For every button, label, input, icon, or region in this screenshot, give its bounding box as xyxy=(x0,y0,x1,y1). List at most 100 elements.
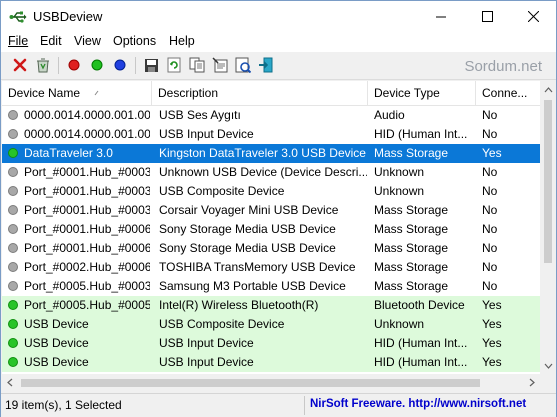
menu-edit[interactable]: Edit xyxy=(40,34,62,48)
device-type-cell: Mass Storage xyxy=(374,222,449,236)
blue-ball-icon xyxy=(114,59,126,71)
refresh-button[interactable] xyxy=(165,56,183,74)
connected-cell: No xyxy=(482,241,498,255)
table-row[interactable]: Port_#0001.Hub_#0003 Corsair Voyager Min… xyxy=(2,201,540,220)
copy-button[interactable] xyxy=(188,56,206,74)
horizontal-scrollbar[interactable] xyxy=(2,374,540,391)
menu-help[interactable]: Help xyxy=(169,34,195,48)
description-cell: Samsung M3 Portable USB Device xyxy=(159,279,346,293)
title-bar[interactable]: USBDeview xyxy=(1,1,556,32)
device-name-cell: Port_#0001.Hub_#0003 xyxy=(24,184,150,198)
minimize-button[interactable] xyxy=(418,1,464,32)
status-dot xyxy=(8,224,18,234)
horizontal-scroll-thumb[interactable] xyxy=(21,379,480,387)
column-header-device-type[interactable]: Device Type xyxy=(368,81,476,105)
report-icon xyxy=(235,57,251,73)
status-dot xyxy=(8,243,18,253)
table-row[interactable]: USB Device USB Composite Device Unknown … xyxy=(2,315,540,334)
list-header: Device Name Description Device Type Conn… xyxy=(2,81,540,106)
device-type-cell: Mass Storage xyxy=(374,203,449,217)
exit-button[interactable] xyxy=(257,56,275,74)
scroll-up-button[interactable] xyxy=(540,81,556,98)
disable-device-button[interactable] xyxy=(88,56,106,74)
table-row[interactable]: Port_#0005.Hub_#0005 Intel(R) Wireless B… xyxy=(2,296,540,315)
toolbar-separator xyxy=(58,57,59,74)
description-cell: Intel(R) Wireless Bluetooth(R) xyxy=(159,298,319,312)
device-name-cell: Port_#0002.Hub_#0006 xyxy=(24,260,150,274)
table-row[interactable]: USB Device USB Input Device HID (Human I… xyxy=(2,334,540,353)
vertical-scroll-thumb[interactable] xyxy=(544,100,552,263)
device-name-cell: Port_#0001.Hub_#0003 xyxy=(24,165,150,179)
column-header-device-name[interactable]: Device Name xyxy=(2,81,152,105)
table-row[interactable]: Port_#0002.Hub_#0006 TOSHIBA TransMemory… xyxy=(2,258,540,277)
device-type-cell: Mass Storage xyxy=(374,260,449,274)
properties-button[interactable] xyxy=(211,56,229,74)
connected-cell: No xyxy=(482,260,498,274)
status-dot xyxy=(8,110,18,120)
enable-device-button[interactable] xyxy=(65,56,83,74)
table-row[interactable]: USB Device USB Input Device HID (Human I… xyxy=(2,353,540,372)
watermark: Sordum.net xyxy=(464,58,542,75)
device-name-cell: 0000.0014.0000.001.00... xyxy=(24,108,150,122)
table-row[interactable]: Port_#0001.Hub_#0006 Sony Storage Media … xyxy=(2,239,540,258)
disconnect-button[interactable] xyxy=(11,56,29,74)
maximize-button[interactable] xyxy=(464,1,510,32)
chevron-down-icon xyxy=(544,363,552,369)
uninstall-button[interactable] xyxy=(34,56,52,74)
status-dot xyxy=(8,167,18,177)
table-row[interactable]: DataTraveler 3.0 Kingston DataTraveler 3… xyxy=(2,144,540,163)
html-report-button[interactable] xyxy=(234,56,252,74)
description-cell: Corsair Voyager Mini USB Device xyxy=(159,203,339,217)
window-title: USBDeview xyxy=(33,9,103,24)
connected-cell: No xyxy=(482,127,498,141)
description-cell: USB Input Device xyxy=(159,336,254,350)
save-button[interactable] xyxy=(142,56,160,74)
device-type-cell: Unknown xyxy=(374,184,425,198)
status-bar: 19 item(s), 1 Selected NirSoft Freeware.… xyxy=(1,393,556,417)
connected-cell: Yes xyxy=(482,298,502,312)
column-header-description[interactable]: Description xyxy=(152,81,368,105)
scroll-left-button[interactable] xyxy=(2,374,18,391)
scroll-right-button[interactable] xyxy=(524,374,540,391)
refresh-icon xyxy=(167,57,180,73)
device-name-cell: Port_#0001.Hub_#0006 xyxy=(24,222,150,236)
status-dot xyxy=(8,129,18,139)
sort-arrow-icon xyxy=(94,90,99,96)
nirsoft-link[interactable]: NirSoft Freeware. http://www.nirsoft.net xyxy=(310,398,526,410)
menu-options[interactable]: Options xyxy=(113,34,156,48)
column-header-connected[interactable]: Conne... xyxy=(476,81,540,105)
connected-cell: Yes xyxy=(482,146,502,160)
status-dot xyxy=(8,148,18,158)
connected-cell: No xyxy=(482,203,498,217)
enable-disable-button[interactable] xyxy=(111,56,129,74)
menu-view[interactable]: View xyxy=(74,34,101,48)
description-cell: TOSHIBA TransMemory USB Device xyxy=(159,260,356,274)
menu-file[interactable]: File xyxy=(8,34,28,48)
device-type-cell: Unknown xyxy=(374,165,425,179)
device-name-cell: Port_#0001.Hub_#0006 xyxy=(24,241,150,255)
table-row[interactable]: 0000.0014.0000.001.00... USB Input Devic… xyxy=(2,125,540,144)
device-type-cell: Unknown xyxy=(374,317,425,331)
table-row[interactable]: Port_#0001.Hub_#0006 Sony Storage Media … xyxy=(2,220,540,239)
vertical-scrollbar[interactable] xyxy=(540,81,556,374)
table-row[interactable]: Port_#0001.Hub_#0003 Unknown USB Device … xyxy=(2,163,540,182)
table-row[interactable]: 0000.0014.0000.001.00... USB Ses Aygıtı … xyxy=(2,106,540,125)
properties-icon xyxy=(212,57,228,73)
description-cell: Sony Storage Media USB Device xyxy=(159,241,336,255)
minimize-icon xyxy=(435,16,446,18)
device-name-cell: USB Device xyxy=(24,317,89,331)
device-type-cell: Mass Storage xyxy=(374,279,449,293)
table-row[interactable]: Port_#0001.Hub_#0003 USB Composite Devic… xyxy=(2,182,540,201)
scroll-down-button[interactable] xyxy=(540,357,556,374)
menu-bar: File Edit View Options Help xyxy=(1,32,556,52)
connected-cell: No xyxy=(482,222,498,236)
device-type-cell: HID (Human Int... xyxy=(374,355,468,369)
close-button[interactable] xyxy=(510,1,556,32)
status-dot xyxy=(8,281,18,291)
table-row[interactable]: Port_#0005.Hub_#0003 Samsung M3 Portable… xyxy=(2,277,540,296)
chevron-right-icon xyxy=(529,378,535,387)
device-list[interactable]: Device Name Description Device Type Conn… xyxy=(2,81,540,374)
description-cell: USB Composite Device xyxy=(159,184,285,198)
green-ball-icon xyxy=(91,59,103,71)
status-dot xyxy=(8,205,18,215)
